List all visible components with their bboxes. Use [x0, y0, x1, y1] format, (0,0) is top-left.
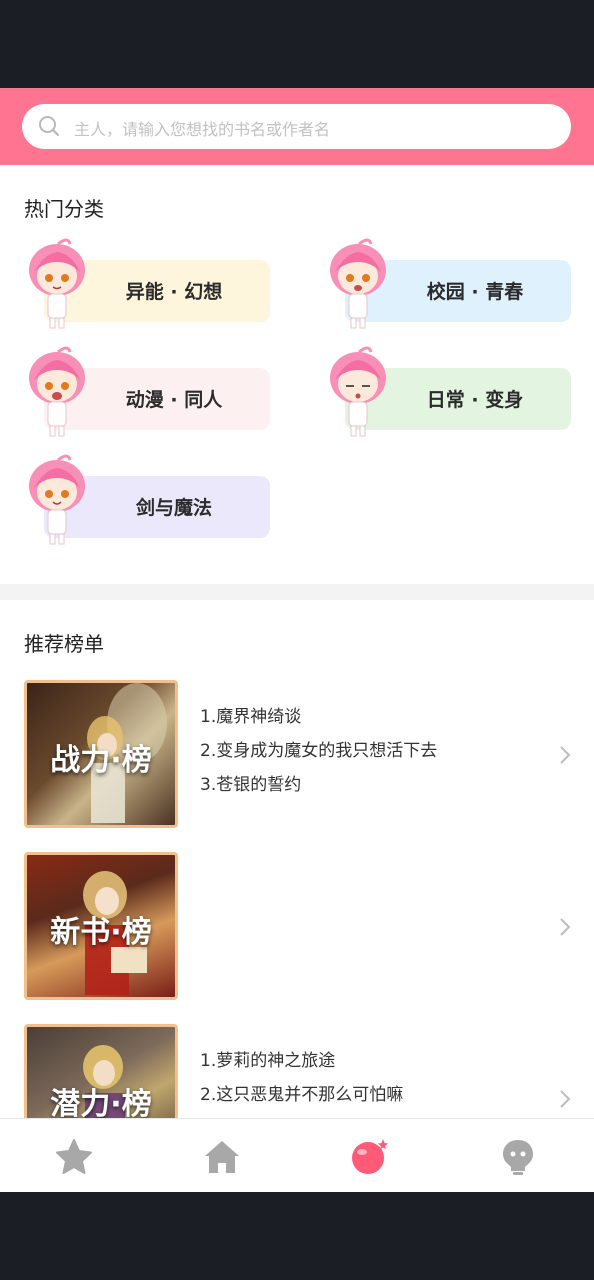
ranking-row[interactable]: 战力·榜 1.魔界神绮谈 2.变身成为魔女的我只想活下去 3.苍银的誓约 [0, 680, 594, 828]
main-content: 热门分类 异能 · 幻想 校园 · 青春 动漫 · 同人 日常 · 变身 剑与魔… [0, 165, 594, 1118]
home-icon [205, 1141, 239, 1173]
search-header: 主人，请输入您想找的书名或作者名 [0, 88, 594, 165]
ranking-book[interactable]: 1.魔界神绮谈 [200, 700, 530, 734]
mascot-avatar-icon [330, 346, 386, 437]
bottom-nav [0, 1118, 594, 1192]
mascot-avatar-icon [29, 346, 85, 437]
app-screen: 主人，请输入您想找的书名或作者名 热门分类 异能 · 幻想 校园 · 青春 动漫… [0, 0, 594, 1280]
ranking-book[interactable]: 2.这只恶鬼并不那么可怕嘛 [200, 1078, 530, 1112]
status-bar [0, 0, 594, 88]
category-card[interactable]: 校园 · 青春 [325, 238, 571, 329]
search-placeholder: 主人，请输入您想找的书名或作者名 [74, 120, 331, 139]
ranking-cover: 新书·榜 [24, 852, 178, 1000]
cover-title: 战力·榜 [50, 743, 152, 778]
category-card[interactable]: 剑与魔法 [24, 454, 270, 545]
bulb-icon [503, 1140, 533, 1175]
search-input[interactable]: 主人，请输入您想找的书名或作者名 [22, 104, 571, 149]
chevron-right-icon [560, 918, 571, 936]
rankings-title: 推荐榜单 [24, 632, 104, 656]
ranking-row[interactable]: 新书·榜 [0, 852, 594, 1000]
mascot-avatar-icon [29, 454, 85, 545]
star-icon [56, 1139, 92, 1174]
cover-title: 潜力·榜 [50, 1087, 152, 1118]
ranking-row[interactable]: 潜力·榜 1.萝莉的神之旅途 2.这只恶鬼并不那么可怕嘛 [0, 1024, 594, 1118]
nav-item-favorites[interactable] [0, 1119, 148, 1193]
ranking-book-list: 1.魔界神绮谈 2.变身成为魔女的我只想活下去 3.苍银的誓约 [200, 700, 530, 802]
categories-title: 热门分类 [24, 197, 104, 221]
search-icon [39, 116, 60, 137]
nav-item-profile[interactable] [444, 1119, 592, 1193]
system-nav-area [0, 1192, 594, 1280]
category-card[interactable]: 动漫 · 同人 [24, 346, 270, 437]
ranking-book[interactable]: 1.萝莉的神之旅途 [200, 1044, 530, 1078]
mascot-avatar-icon [29, 238, 85, 329]
chevron-right-icon [560, 1090, 571, 1108]
ranking-cover: 战力·榜 [24, 680, 178, 828]
ranking-cover: 潜力·榜 [24, 1024, 178, 1118]
mascot-avatar-icon [330, 238, 386, 329]
ranking-book[interactable]: 2.变身成为魔女的我只想活下去 [200, 734, 530, 768]
nav-item-discover[interactable] [296, 1119, 444, 1193]
ranking-book-list: 1.萝莉的神之旅途 2.这只恶鬼并不那么可怕嘛 [200, 1044, 530, 1112]
cover-title: 新书·榜 [50, 915, 152, 950]
chevron-right-icon [560, 746, 571, 764]
category-card[interactable]: 日常 · 变身 [325, 346, 571, 437]
ranking-book[interactable]: 3.苍银的誓约 [200, 768, 530, 802]
nav-item-home[interactable] [148, 1119, 296, 1193]
ball-icon [352, 1139, 388, 1174]
section-divider [0, 584, 594, 600]
category-card[interactable]: 异能 · 幻想 [24, 238, 270, 329]
